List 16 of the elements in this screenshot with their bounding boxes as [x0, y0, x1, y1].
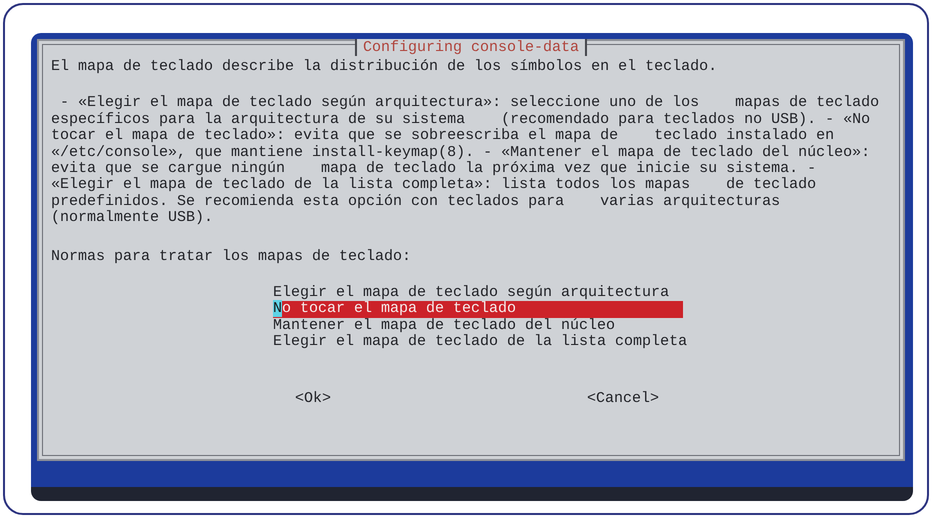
description-line: - «Elegir el mapa de teclado según arquitectura»: seleccione uno de los mapas de teclado: [59, 95, 880, 112]
prompt-text: Normas para tratar los mapas de teclado:: [51, 248, 412, 266]
menu-option[interactable]: Elegir el mapa de teclado según arquitectura: [273, 285, 683, 302]
description-line: (normalmente USB).: [51, 210, 214, 227]
description-line: «/etc/console», que mantiene install-keymap(8). - «Mantener el mapa de teclado del núcleo»:: [51, 144, 872, 161]
menu-option[interactable]: No tocar el mapa de teclado: [273, 301, 683, 318]
menu-option[interactable]: Mantener el mapa de teclado del núcleo: [273, 318, 683, 334]
description-line: evita que se cargue ningún mapa de teclado la próxima vez que inicie su sistema. -: [51, 161, 818, 178]
description-line: específicos para la arquitectura de su sistema (recomendado para teclados no USB). - «No: [51, 112, 872, 128]
description-line: «Elegir el mapa de teclado de la lista completa»: lista todos los mapas de teclado: [51, 177, 818, 194]
intro-text: El mapa de teclado describe la distribución de los símbolos en el teclado.: [51, 59, 718, 76]
dialog-button[interactable]: <Cancel>: [587, 390, 660, 408]
description-line: tocar el mapa de teclado»: evita que se sobreescriba el mapa de teclado instalado en: [51, 128, 836, 145]
dialog-title: Configuring console-data: [354, 39, 588, 56]
description-line: predefinidos. Se recomienda esta opción con teclados para varias arquitecturas: [51, 194, 782, 210]
dialog-button[interactable]: <Ok>: [295, 390, 332, 408]
